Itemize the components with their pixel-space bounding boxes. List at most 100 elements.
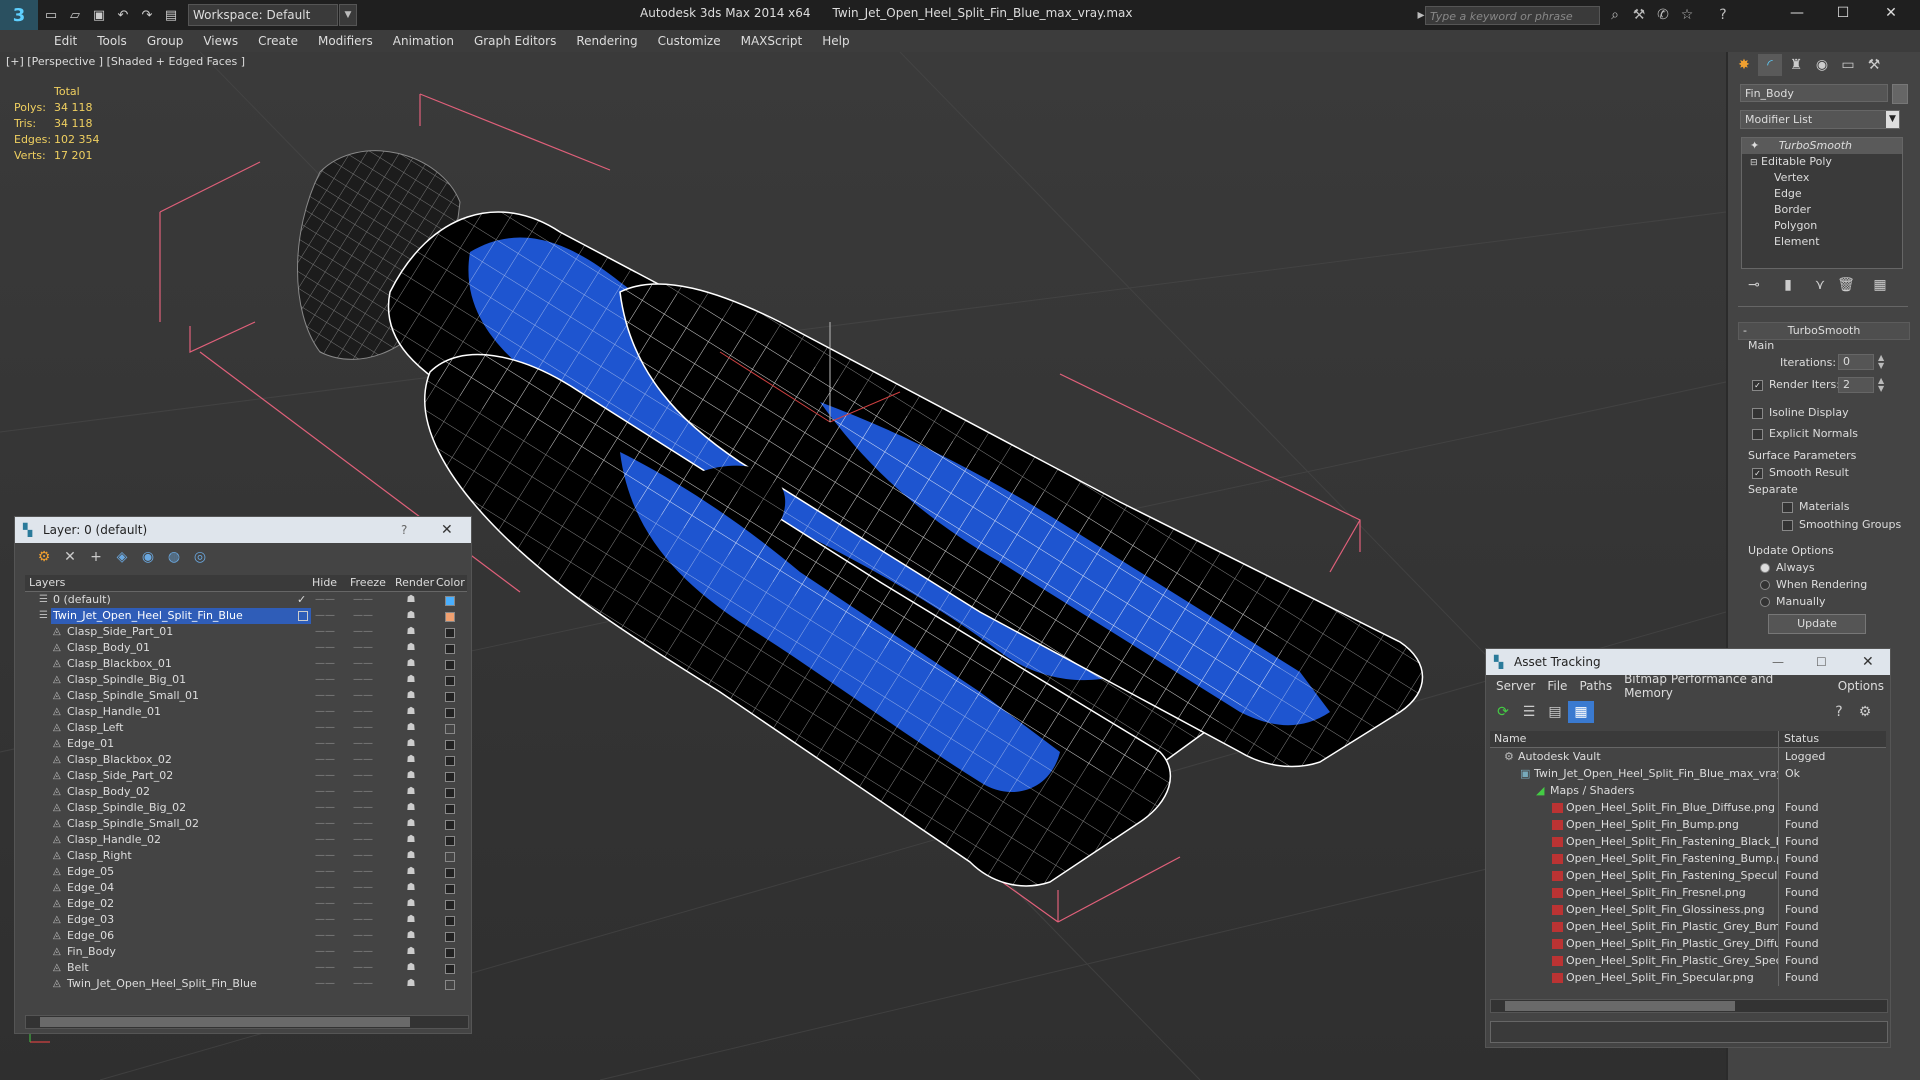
refresh-icon[interactable]: ⟳ (1490, 701, 1516, 723)
asset-row[interactable]: Open_Heel_Split_Fin_Blue_Diffuse.png Foun… (1490, 799, 1886, 816)
thumbnail-view-icon[interactable]: ▤ (1542, 701, 1568, 723)
object-color-swatch[interactable] (1892, 84, 1908, 104)
hide-toggle-icon[interactable]: —— (315, 736, 335, 752)
utilities-tab-icon[interactable]: ⚒ (1862, 54, 1886, 76)
layer-color-swatch[interactable] (445, 596, 455, 606)
hide-toggle-icon[interactable]: —— (315, 976, 335, 992)
menu-group[interactable]: Group (137, 34, 194, 48)
checkbox-icon[interactable] (1752, 407, 1763, 419)
modify-tab-icon[interactable]: ◜ (1758, 54, 1782, 76)
layer-row[interactable]: ◬ Clasp_Left —— —— ☗ (25, 720, 467, 736)
stack-item-editable-poly[interactable]: ⊟ Editable Poly (1742, 154, 1902, 170)
asset-menu-paths[interactable]: Paths (1573, 679, 1618, 693)
freeze-toggle-icon[interactable]: —— (353, 784, 373, 800)
motion-tab-icon[interactable]: ◉ (1810, 54, 1834, 76)
close-icon[interactable]: ✕ (441, 517, 453, 543)
layer-row-name[interactable]: Edge_01 (65, 736, 116, 752)
make-unique-icon[interactable]: ⋎ (1808, 274, 1832, 296)
layer-color-swatch[interactable] (445, 836, 455, 846)
layer-color-swatch[interactable] (445, 772, 455, 782)
render-toggle-icon[interactable]: ☗ (401, 960, 421, 976)
layer-row[interactable]: ◬ Twin_Jet_Open_Heel_Split_Fin_Blue —— —— ☗ (25, 976, 467, 992)
spinner-arrows-icon[interactable]: ▲ ▼ (1878, 377, 1884, 393)
layer-color-swatch[interactable] (445, 740, 455, 750)
radio-icon[interactable] (1760, 597, 1770, 607)
search-input[interactable]: Type a keyword or phrase (1425, 6, 1600, 25)
menu-views[interactable]: Views (193, 34, 248, 48)
render-toggle-icon[interactable]: ☗ (401, 880, 421, 896)
layer-row[interactable]: ◬ Edge_06 —— —— ☗ (25, 928, 467, 944)
layer-row[interactable]: ◬ Edge_02 —— —— ☗ (25, 896, 467, 912)
layer-row[interactable]: ◬ Edge_01 —— —— ☗ (25, 736, 467, 752)
menu-tools[interactable]: Tools (87, 34, 137, 48)
layer-row-name[interactable]: Twin_Jet_Open_Heel_Split_Fin_Blue (65, 976, 259, 992)
render-toggle-icon[interactable]: ☗ (401, 848, 421, 864)
asset-row[interactable]: Open_Heel_Split_Fin_Plastic_Grey_Diffuse… (1490, 935, 1886, 952)
layer-row[interactable]: ◬ Fin_Body —— —— ☗ (25, 944, 467, 960)
asset-window-titlebar[interactable]: ▚ Asset Tracking — ☐ ✕ (1486, 649, 1890, 675)
hide-toggle-icon[interactable]: —— (315, 800, 335, 816)
layer-row-name[interactable]: Clasp_Blackbox_01 (65, 656, 174, 672)
col-render[interactable]: Render (395, 575, 434, 591)
layer-color-swatch[interactable] (445, 756, 455, 766)
hide-toggle-icon[interactable]: —— (315, 848, 335, 864)
asset-row[interactable]: ▣ Twin_Jet_Open_Heel_Split_Fin_Blue_max_v… (1490, 765, 1886, 782)
menu-customize[interactable]: Customize (648, 34, 731, 48)
menu-help[interactable]: Help (812, 34, 859, 48)
collapse-icon[interactable]: ⊟ (1750, 158, 1758, 168)
col-hide[interactable]: Hide (312, 575, 337, 591)
freeze-toggle-icon[interactable]: —— (353, 704, 373, 720)
asset-menu-options[interactable]: Options (1832, 679, 1890, 693)
render-toggle-icon[interactable]: ☗ (401, 624, 421, 640)
chevron-down-icon[interactable]: ▼ (339, 4, 357, 26)
checkbox-icon[interactable] (1782, 519, 1793, 531)
hide-toggle-icon[interactable]: —— (315, 656, 335, 672)
layer-row[interactable]: ◬ Edge_03 —— —— ☗ (25, 912, 467, 928)
show-end-result-icon[interactable]: ▮ (1776, 274, 1800, 296)
freeze-toggle-icon[interactable]: —— (353, 656, 373, 672)
asset-menu-server[interactable]: Server (1490, 679, 1541, 693)
redo-icon[interactable]: ↷ (136, 4, 158, 26)
render-toggle-icon[interactable]: ☗ (401, 784, 421, 800)
layer-color-swatch[interactable] (445, 804, 455, 814)
col-layers[interactable]: Layers (29, 575, 65, 591)
hold-icon[interactable]: ▤ (160, 4, 182, 26)
update-when-rendering-radio[interactable]: When Rendering (1760, 578, 1867, 591)
layer-color-swatch[interactable] (445, 676, 455, 686)
asset-row[interactable]: ◢ Maps / Shaders (1490, 782, 1886, 799)
render-toggle-icon[interactable]: ☗ (401, 752, 421, 768)
update-manually-radio[interactable]: Manually (1760, 595, 1826, 608)
select-objects-icon[interactable]: ◈ (109, 546, 135, 568)
freeze-toggle-icon[interactable]: —— (353, 768, 373, 784)
update-button[interactable]: Update (1768, 614, 1866, 634)
asset-row[interactable]: ⚙ Autodesk Vault Logged (1490, 748, 1886, 765)
freeze-toggle-icon[interactable]: —— (353, 976, 373, 992)
asset-name[interactable]: Open_Heel_Split_Fin_Specular.png (1566, 969, 1754, 986)
layer-row-name[interactable]: Clasp_Side_Part_02 (65, 768, 175, 784)
render-toggle-icon[interactable]: ☗ (401, 720, 421, 736)
delete-layer-icon[interactable]: ✕ (57, 546, 83, 568)
render-iters-checkbox[interactable]: ✓ Render Iters: (1752, 378, 1840, 391)
layer-row[interactable]: ☰ 0 (default) ✓ —— —— ☗ (25, 592, 467, 608)
layer-color-swatch[interactable] (445, 916, 455, 926)
asset-name[interactable]: Autodesk Vault (1518, 748, 1601, 765)
configure-sets-icon[interactable]: ▦ (1868, 274, 1892, 296)
layer-row-name[interactable]: Clasp_Handle_02 (65, 832, 163, 848)
pin-stack-icon[interactable]: ⊸ (1742, 274, 1766, 296)
hide-toggle-icon[interactable]: —— (315, 752, 335, 768)
asset-row[interactable]: Open_Heel_Split_Fin_Fastening_Black_Diff… (1490, 833, 1886, 850)
layer-row-name[interactable]: Clasp_Side_Part_01 (65, 624, 175, 640)
maximize-icon[interactable]: ☐ (1816, 649, 1827, 675)
app-logo-icon[interactable]: 3 (0, 0, 38, 30)
hide-toggle-icon[interactable]: —— (315, 784, 335, 800)
close-icon[interactable]: ✕ (1866, 0, 1916, 28)
menu-graph-editors[interactable]: Graph Editors (464, 34, 566, 48)
layer-color-swatch[interactable] (445, 964, 455, 974)
menu-rendering[interactable]: Rendering (566, 34, 647, 48)
help-icon[interactable]: ? (1712, 5, 1734, 25)
smoothing-groups-checkbox[interactable]: Smoothing Groups (1782, 518, 1901, 531)
layer-color-swatch[interactable] (445, 948, 455, 958)
render-toggle-icon[interactable]: ☗ (401, 656, 421, 672)
render-toggle-icon[interactable]: ☗ (401, 704, 421, 720)
layer-row[interactable]: ◬ Clasp_Spindle_Big_01 —— —— ☗ (25, 672, 467, 688)
